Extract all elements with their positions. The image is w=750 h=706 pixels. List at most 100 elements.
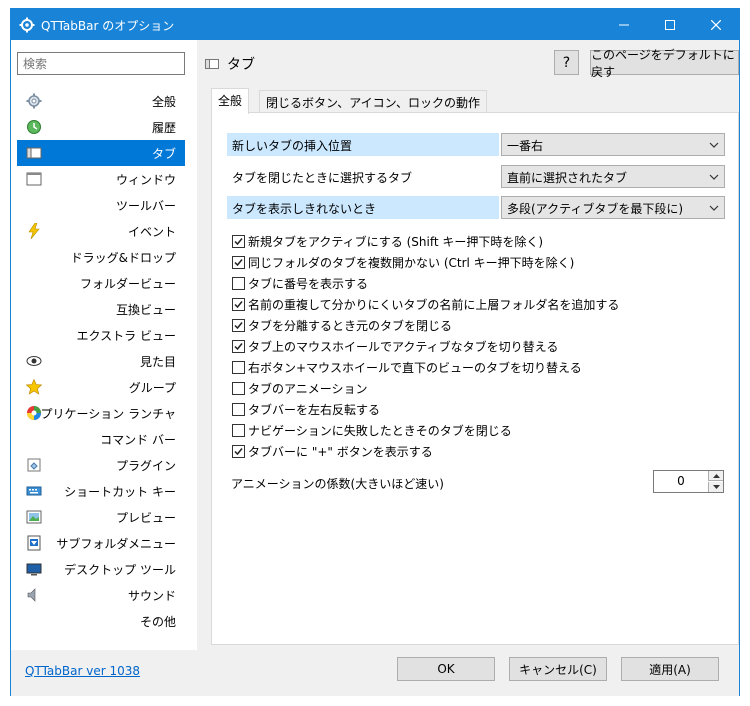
keyboard-icon — [26, 486, 42, 496]
chevron-down-icon — [712, 485, 720, 489]
checkbox-item[interactable]: 同じフォルダのタブを複数開かない (Ctrl キー押下時を除く) — [232, 252, 619, 273]
sidebar-item-label: 全般 — [151, 94, 176, 109]
checkbox-item[interactable]: 新規タブをアクティブにする (Shift キー押下時を除く) — [232, 231, 619, 252]
checkbox[interactable] — [232, 403, 245, 416]
sidebar-item[interactable]: フォルダービュー — [17, 270, 185, 296]
ok-button[interactable]: OK — [397, 657, 495, 681]
sidebar-item[interactable]: ドラッグ&ドロップ — [17, 244, 185, 270]
sidebar-item-label: その他 — [139, 614, 176, 629]
sidebar-item-label: ショートカット キー — [64, 484, 176, 499]
checkbox[interactable] — [232, 319, 245, 332]
checkbox-item[interactable]: 名前の重複して分かりにくいタブの名前に上層フォルダ名を追加する — [232, 294, 619, 315]
lightning-icon — [28, 223, 40, 239]
insert-position-select[interactable]: 一番右 — [501, 133, 725, 156]
sidebar-item[interactable]: プレビュー — [17, 504, 185, 530]
subfolder-icon — [27, 535, 41, 551]
checkbox-item[interactable]: タブバーに "+" ボタンを表示する — [232, 441, 619, 462]
checkbox[interactable] — [232, 256, 245, 269]
checkbox-item[interactable]: タブ上のマウスホイールでアクティブなタブを切り替える — [232, 336, 619, 357]
checkbox-label: タブに番号を表示する — [248, 277, 369, 291]
sidebar-item[interactable]: コマンド バー — [17, 426, 185, 452]
setting-label: タブを閉じたときに選択するタブ — [232, 171, 413, 185]
close-button[interactable] — [693, 9, 739, 40]
setting-row: 新しいタブの挿入位置 一番右 — [227, 133, 725, 156]
stepper-down-button[interactable] — [708, 482, 723, 492]
sidebar-item-label: イベント — [127, 224, 176, 239]
checkbox-label: 新規タブをアクティブにする (Shift キー押下時を除く) — [248, 235, 544, 249]
cancel-button[interactable]: キャンセル(C) — [509, 657, 607, 681]
sidebar-item[interactable]: プラグイン — [17, 452, 185, 478]
checkbox[interactable] — [232, 235, 245, 248]
checkbox[interactable] — [232, 445, 245, 458]
checkbox-label: タブバーに "+" ボタンを表示する — [248, 445, 433, 459]
stepper-up-button[interactable] — [708, 471, 723, 481]
checkbox-item[interactable]: タブのアニメーション — [232, 378, 619, 399]
minimize-icon — [619, 24, 629, 25]
sidebar-item[interactable]: 全般 — [17, 88, 185, 114]
checkbox[interactable] — [232, 298, 245, 311]
checkbox-item[interactable]: ナビゲーションに失敗したときそのタブを閉じる — [232, 420, 619, 441]
sidebar-item-label: プレビュー — [115, 510, 176, 525]
sidebar-item-label: コマンド バー — [100, 432, 176, 447]
star-icon — [26, 379, 42, 395]
tab-icon — [26, 147, 42, 159]
checkbox-item[interactable]: タブバーを左右反転する — [232, 399, 619, 420]
footer: QTTabBar ver 1038 OK キャンセル(C) 適用(A) — [11, 650, 739, 696]
version-link[interactable]: QTTabBar ver 1038 — [25, 664, 140, 678]
help-button[interactable]: ? — [554, 50, 579, 75]
sidebar-item-label: 見た目 — [139, 354, 176, 369]
checkmark-icon — [234, 259, 243, 267]
setting-row: タブを表示しきれないとき 多段(アクティブタブを最下段に) — [227, 196, 725, 219]
close-icon — [711, 19, 721, 30]
checkmark-icon — [234, 238, 243, 246]
sidebar-item[interactable]: デスクトップ ツール — [17, 556, 185, 582]
checkbox-label: タブ上のマウスホイールでアクティブなタブを切り替える — [248, 340, 559, 354]
maximize-button[interactable] — [647, 9, 693, 40]
search-input[interactable] — [17, 52, 185, 75]
sidebar-item[interactable]: サウンド — [17, 582, 185, 608]
checkbox[interactable] — [232, 424, 245, 437]
tab-close-behavior[interactable]: 閉じるボタン、アイコン、ロックの動作 — [259, 90, 487, 112]
sidebar-item[interactable]: 互換ビュー — [17, 296, 185, 322]
gear-icon — [26, 93, 42, 109]
gear-icon — [19, 17, 35, 33]
checkbox-item[interactable]: タブに番号を表示する — [232, 273, 619, 294]
sidebar-item[interactable]: エクストラ ビュー — [17, 322, 185, 348]
checkbox-item[interactable]: 右ボタン+マウスホイールで直下のビューのタブを切り替える — [232, 357, 619, 378]
chevron-up-icon — [712, 473, 720, 478]
sidebar-item[interactable]: グループ — [17, 374, 185, 400]
sidebar-item[interactable]: タブ — [17, 140, 185, 166]
select-value: 一番右 — [507, 139, 544, 153]
animation-factor-stepper[interactable]: 0 — [653, 470, 724, 493]
overflow-mode-select[interactable]: 多段(アクティブタブを最下段に) — [501, 196, 725, 219]
checkbox-item[interactable]: タブを分離するとき元のタブを閉じる — [232, 315, 619, 336]
close-select-tab-select[interactable]: 直前に選択されたタブ — [501, 165, 725, 188]
tab-general[interactable]: 全般 — [211, 88, 250, 114]
minimize-button[interactable] — [601, 9, 647, 40]
window-icon — [26, 172, 42, 186]
eye-icon — [26, 356, 42, 366]
checkbox[interactable] — [232, 361, 245, 374]
chevron-down-icon — [709, 142, 719, 148]
sidebar-item[interactable]: 見た目 — [17, 348, 185, 374]
sidebar-item[interactable]: 履歴 — [17, 114, 185, 140]
sidebar-item[interactable]: ショートカット キー — [17, 478, 185, 504]
sidebar-item[interactable]: ウィンドウ — [17, 166, 185, 192]
sidebar-item[interactable]: ツールバー — [17, 192, 185, 218]
sidebar-item[interactable]: アプリケーション ランチャ — [17, 400, 185, 426]
checkbox[interactable] — [232, 340, 245, 353]
sidebar-nav: 全般履歴 タブ ウィンドウ ツールバーイベントドラッグ&ドロップフォルダービュー 互換ビ… — [17, 88, 185, 634]
checkbox[interactable] — [232, 382, 245, 395]
sidebar-item[interactable]: サブフォルダメニュー — [17, 530, 185, 556]
sidebar-item[interactable]: イベント — [17, 218, 185, 244]
title-bar[interactable]: QTTabBar のオプション — [11, 9, 739, 40]
sidebar-item-label: サウンド — [127, 588, 176, 603]
apply-button[interactable]: 適用(A) — [621, 657, 719, 681]
reset-defaults-button[interactable]: このページをデフォルトに戻す — [590, 48, 739, 79]
checkbox-list: 新規タブをアクティブにする (Shift キー押下時を除く) 同じフォルダのタブを… — [232, 231, 619, 462]
checkmark-icon — [234, 301, 243, 309]
checkbox[interactable] — [232, 277, 245, 290]
checkmark-icon — [234, 343, 243, 351]
sidebar-item-label: ドラッグ&ドロップ — [70, 250, 176, 265]
sidebar-item[interactable]: その他 — [17, 608, 185, 634]
